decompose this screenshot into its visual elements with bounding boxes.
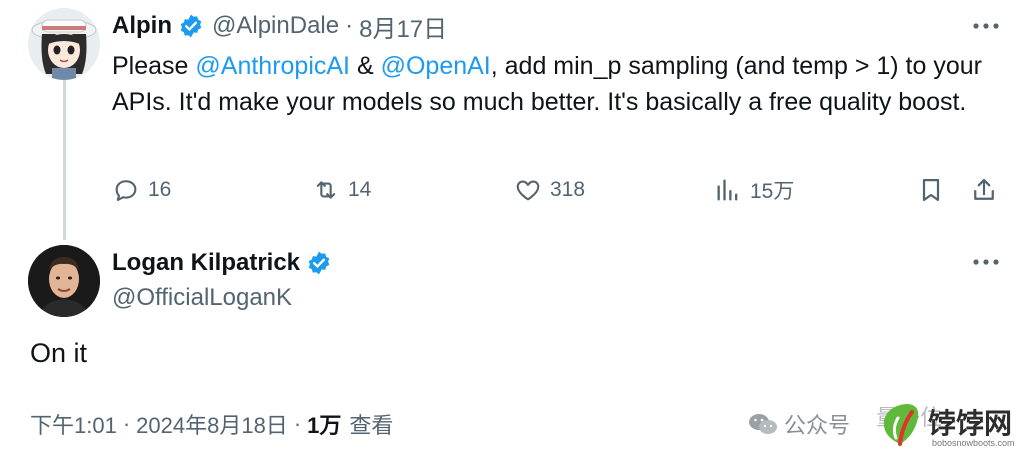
separator-dot: · [122,411,131,436]
verified-badge-icon [308,251,330,275]
bookmark-icon [922,178,940,202]
bookmark-button[interactable] [917,170,945,210]
retweet-icon [316,181,336,199]
views-count: 15万 [750,180,795,203]
avatar-alpin[interactable] [28,8,100,80]
anime-avatar-image [28,8,100,80]
reply-text: On it [30,338,88,368]
share-button[interactable] [970,170,998,210]
reply-views-count: 1万 [307,413,342,438]
author-display-name[interactable]: Alpin [112,12,172,40]
reply-author-row: Logan Kilpatrick [112,245,332,281]
mention-link[interactable]: @OpenAI [381,52,491,80]
site-logo: 饽饽网 bobosnowboots.com [876,396,1024,452]
verified-badge-icon [180,14,202,38]
like-icon [516,180,540,201]
separator-dot: · [345,12,354,39]
author-handle[interactable]: @AlpinDale [212,12,339,40]
thread-connector-line [63,78,66,240]
reply-author-display-name[interactable]: Logan Kilpatrick [112,249,300,277]
reply-date[interactable]: 2024年8月18日 [136,408,288,440]
wechat-icon [749,413,777,434]
reply-views-label: 查看 [349,413,394,438]
retweet-button[interactable]: 14 [312,170,371,210]
views-icon [717,179,738,201]
reply-author-handle[interactable]: @OfficialLoganK [112,284,292,312]
reply-icon [115,180,137,201]
leaf-logo-icon [883,404,919,446]
site-domain: bobosnowboots.com [932,438,1015,448]
avatar-logan[interactable] [28,245,100,317]
watermark-area: 公众号 量子位 饽饽网 bobosnowboots.com [748,394,1024,453]
more-options-button[interactable] [966,14,1006,38]
retweet-count: 14 [348,178,372,201]
wechat-label: 公众号 [784,412,851,438]
site-name: 饽饽网 [928,408,1013,439]
reply-button[interactable]: 16 [112,170,171,210]
tweet-action-bar: 16 14 318 15万 [112,170,1002,210]
tweet-author-row: Alpin @AlpinDale · 8月17日 [112,8,447,44]
share-icon [974,178,994,200]
mention-link[interactable]: @AnthropicAI [195,52,350,80]
profile-photo-image [28,245,100,317]
wechat-watermark: 公众号 [748,408,850,440]
tweet-text-part: Please [112,52,196,80]
more-icon [973,23,999,29]
reply-metadata: 下午1:01 · 2024年8月18日 · 1万 查看 [30,408,393,440]
like-count: 318 [550,178,586,201]
reply-time[interactable]: 下午1:01 [30,408,117,440]
like-button[interactable]: 318 [514,170,585,210]
reply-count: 16 [148,178,172,201]
tweet-text-part: & [350,52,381,80]
more-icon [973,259,999,265]
more-options-button[interactable] [966,250,1006,274]
tweet-text: Please @AnthropicAI & @OpenAI, add min_p… [112,48,992,120]
separator-dot: · [293,411,302,436]
tweet-date[interactable]: 8月17日 [359,9,447,44]
views-button[interactable]: 15万 [714,170,794,210]
